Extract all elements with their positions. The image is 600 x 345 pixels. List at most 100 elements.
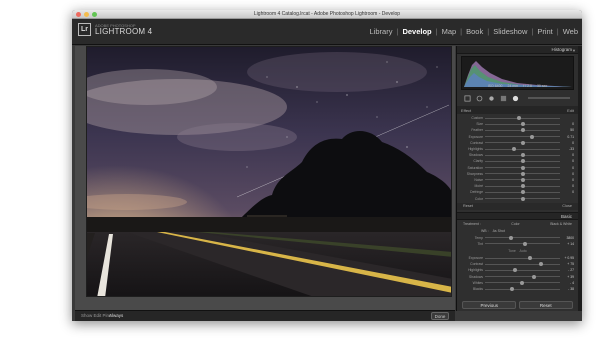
slider-track[interactable] [485,153,560,158]
slider-label: Contrast [470,140,483,145]
slider-track[interactable] [485,268,560,273]
graduated-filter-icon[interactable] [500,95,507,102]
panel-scrollbar[interactable] [578,46,582,311]
slider-knob[interactable] [539,262,544,267]
slider-track[interactable] [485,196,560,201]
slider-track[interactable] [485,190,560,195]
slider-value[interactable]: - 38 [560,287,574,291]
treatment-color-option[interactable]: Color [511,222,519,226]
slider-track[interactable] [485,128,560,133]
module-print[interactable]: Print [537,27,552,36]
slider-value[interactable]: + 39 [560,275,574,279]
slider-value[interactable]: 0 [560,122,574,126]
slider-track[interactable] [485,280,560,285]
slider-value[interactable]: -33 [560,147,574,151]
slider-knob[interactable] [520,184,525,189]
slider-label: Exposure [468,134,483,139]
slider-knob[interactable] [529,134,534,139]
slider-value[interactable]: + 0.95 [560,256,574,260]
slider-track[interactable] [485,116,560,121]
slider-track[interactable] [485,241,560,246]
wb-preset-dropdown[interactable]: As Shot [493,229,505,233]
module-slideshow[interactable]: Slideshow [493,27,527,36]
slider-value[interactable]: 0 [560,141,574,145]
slider-value[interactable]: 0 [560,184,574,188]
slider-value[interactable]: 0 [560,159,574,163]
module-library[interactable]: Library [370,27,393,36]
slider-knob[interactable] [510,287,514,292]
aperture-value: f / 2.8 [523,84,532,88]
slider-knob[interactable] [519,280,524,285]
slider-value[interactable]: + 14 [560,242,574,246]
slider-value[interactable]: 0 [560,190,574,194]
module-develop[interactable]: Develop [402,27,431,36]
brush-close-button[interactable]: Close [562,204,572,209]
slider-knob[interactable] [520,153,525,158]
slider-track[interactable] [485,165,560,170]
brush-size-slider[interactable] [528,97,570,99]
reset-button[interactable]: Reset [518,301,573,309]
spot-removal-icon[interactable] [476,95,483,102]
slider-track[interactable] [485,287,560,292]
slider-track[interactable] [485,159,560,164]
slider-row: Tint + 14 [461,241,574,247]
slider-value[interactable]: 0.71 [560,135,574,139]
slider-value[interactable]: 0 [560,172,574,176]
slider-knob[interactable] [531,274,536,279]
slider-value[interactable]: - 4 [560,281,574,285]
slider-value[interactable]: + 75 [560,262,574,266]
photo-preview[interactable] [86,46,452,297]
brush-reset-button[interactable]: Reset [463,204,473,209]
slider-knob[interactable] [511,147,516,152]
slider-label: Noise [474,177,483,182]
module-map[interactable]: Map [442,27,457,36]
slider-knob[interactable] [528,256,532,261]
slider-track[interactable] [485,177,560,182]
slider-track[interactable] [485,140,560,145]
crop-icon[interactable] [464,95,471,102]
slider-knob[interactable] [520,165,525,170]
brush-edit-label[interactable]: Edit [567,108,574,113]
slider-track[interactable] [485,134,560,139]
slider-knob[interactable] [513,268,517,273]
basic-panel-header[interactable]: Basic [457,211,578,220]
slider-knob[interactable] [520,159,525,164]
slider-value[interactable]: 0 [560,178,574,182]
slider-label: Contrast [470,262,483,267]
previous-button[interactable]: Previous [462,301,517,309]
slider-knob[interactable] [522,241,527,246]
slider-track[interactable] [485,274,560,279]
slider-knob[interactable] [520,196,525,201]
slider-value[interactable]: 3800 [560,236,574,240]
slider-track[interactable] [485,122,560,127]
edit-pins-dropdown[interactable]: Always [109,313,123,318]
slider-value[interactable]: 0 [560,166,574,170]
tone-auto-button[interactable]: Auto [520,249,527,253]
slider-knob[interactable] [520,177,525,182]
module-web[interactable]: Web [563,27,578,36]
slider-knob[interactable] [520,122,525,127]
adjustment-brush-icon[interactable] [512,95,519,102]
red-eye-icon[interactable] [488,95,495,102]
slider-knob[interactable] [520,140,525,145]
slider-track[interactable] [485,262,560,267]
module-book[interactable]: Book [466,27,483,36]
slider-knob[interactable] [516,116,521,121]
slider-track[interactable] [485,171,560,176]
slider-value[interactable]: - 27 [560,268,574,272]
slider-value[interactable]: 50 [560,128,574,132]
slider-value[interactable]: 0 [560,153,574,157]
histogram-header[interactable]: Histogram ▼ [457,46,578,54]
slider-track[interactable] [485,184,560,189]
slider-knob[interactable] [509,235,514,240]
slider-track[interactable] [485,256,560,261]
treatment-bw-option[interactable]: Black & White [550,222,572,226]
collapse-triangle-icon[interactable]: ▼ [572,48,576,53]
slider-row: Blacks - 38 [461,286,574,292]
slider-knob[interactable] [520,171,525,176]
slider-knob[interactable] [520,128,525,133]
done-button[interactable]: Done [431,312,449,320]
slider-track[interactable] [485,147,560,152]
slider-knob[interactable] [520,190,525,195]
slider-track[interactable] [485,235,560,240]
